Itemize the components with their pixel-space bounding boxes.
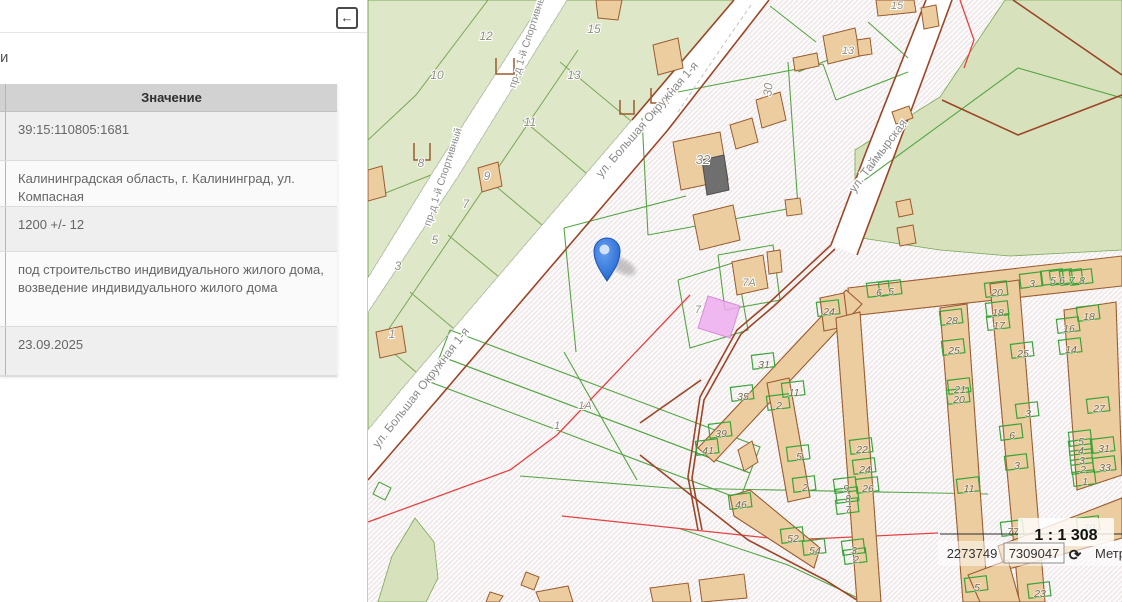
garage-number: 24 xyxy=(822,306,835,318)
parcel-number: 15 xyxy=(587,22,601,36)
map-area[interactable]: 6 5 3 5 6 7 8 24 31 35 39 41 11 2 5 2 46 52 54 22 24 9 26 8 7 3 2 2… xyxy=(367,0,1122,602)
garage-number: 18 xyxy=(992,307,1004,319)
parcel-number: 5 xyxy=(432,233,439,247)
garage-number: 17 xyxy=(993,320,1006,332)
parcel-number: 13 xyxy=(842,45,855,57)
garage-number: 14 xyxy=(1065,344,1077,356)
garage-number: 16 xyxy=(1063,323,1075,335)
parcel-number: 12 xyxy=(479,29,493,43)
garage-number: 2 xyxy=(852,554,859,566)
parcel-number: 1А xyxy=(578,400,591,412)
garage-number: 46 xyxy=(735,499,747,511)
parcel-number: 10 xyxy=(430,68,444,82)
parcel-number: 32 xyxy=(696,152,711,167)
garage-number: 31 xyxy=(1098,443,1110,455)
table-row: под строительство индивидуального жилого… xyxy=(0,252,337,327)
coordinate-x: 2273749 xyxy=(947,546,998,561)
table-row: Калининградская область, г. Калининград,… xyxy=(0,161,337,207)
parcel-number: 3 xyxy=(395,259,402,273)
map-canvas[interactable]: 6 53 5 6 7 824313539411125246525422249 2687322… xyxy=(367,0,1122,602)
attributes-table: Значение 39:15:110805:1681 Калининградск… xyxy=(0,84,337,377)
back-button[interactable]: ← xyxy=(336,7,358,29)
garage-number: 6 xyxy=(1059,275,1065,287)
parcel-number: 9 xyxy=(484,169,491,183)
garage-number: 35 xyxy=(737,391,749,403)
parcel-number: 1 xyxy=(554,420,560,432)
table-row: 39:15:110805:1681 xyxy=(0,112,337,161)
garage-number: 8 xyxy=(1079,275,1085,287)
building xyxy=(766,249,783,275)
address-value: Калининградская область, г. Калининград,… xyxy=(18,171,295,204)
garage-number: 54 xyxy=(809,545,821,557)
building xyxy=(896,224,917,247)
garage-number: 25 xyxy=(947,345,960,357)
parcel-number: 7А xyxy=(742,277,755,289)
garage-number: 28 xyxy=(945,315,958,327)
building xyxy=(731,254,769,296)
cadastral-map-app: ← и Значение 39:15:110805:1681 Калинингр… xyxy=(0,0,1122,602)
garage-number: 2 xyxy=(775,400,782,412)
table-header-row: Значение xyxy=(0,84,337,112)
column-header-value: Значение xyxy=(141,90,202,105)
garage-number: 41 xyxy=(702,445,714,457)
garage-number: 5 xyxy=(1050,275,1056,287)
building xyxy=(895,198,914,218)
info-panel: ← и Значение 39:15:110805:1681 Калинингр… xyxy=(0,0,368,602)
garage-number: 26 xyxy=(861,483,874,495)
cadastral-number: 39:15:110805:1681 xyxy=(18,122,130,137)
garage-number: 1 xyxy=(1082,476,1088,488)
coordinate-y: 7309047 xyxy=(1009,546,1060,561)
garage-number: 23 xyxy=(1033,588,1046,600)
garage-number: 11 xyxy=(789,387,800,399)
area-value: 1200 +/- 12 xyxy=(18,217,85,232)
panel-title-partial: и xyxy=(0,49,9,66)
garage-number: 2 xyxy=(801,482,808,494)
parcel-number: 15 xyxy=(891,0,904,12)
parcel-number: 1 xyxy=(389,327,396,341)
parcel-number: 11 xyxy=(524,115,536,129)
garage-number: 25 xyxy=(1016,348,1029,360)
units-label[interactable]: Метры xyxy=(1095,546,1122,561)
garage-number: 20 xyxy=(990,287,1003,299)
garage-number: 2 xyxy=(1079,464,1086,476)
garage-number: 18 xyxy=(1083,311,1095,323)
garage-number: 11 xyxy=(964,483,975,495)
garage-number: 31 xyxy=(758,359,770,371)
panel-header: ← xyxy=(0,0,367,33)
garage-number: 33 xyxy=(1099,462,1111,474)
table-row: 1200 +/- 12 xyxy=(0,207,337,252)
garage-number: 39 xyxy=(715,428,727,440)
garage-number: 52 xyxy=(787,533,799,545)
garage-number: 24 xyxy=(858,464,871,476)
parcel-number: 8 xyxy=(418,156,425,170)
parcel-number: 30 xyxy=(760,82,775,97)
building xyxy=(920,4,940,30)
pin-dot xyxy=(599,244,610,255)
garage-number: 5 xyxy=(888,286,894,298)
parcel-number: 7 xyxy=(695,304,702,316)
building xyxy=(595,0,623,21)
building xyxy=(784,197,803,217)
building xyxy=(652,37,684,76)
garage-number: 6 xyxy=(1009,430,1015,442)
garage-number: 27 xyxy=(1092,403,1106,415)
parcel-number: 13 xyxy=(567,68,581,82)
garage-number: 5 xyxy=(974,582,980,594)
garage-number: 22 xyxy=(855,444,868,456)
garage-number: 5 xyxy=(796,451,802,463)
refresh-icon[interactable]: ⟳ xyxy=(1069,547,1082,564)
garage-number: 3 xyxy=(1025,408,1031,420)
garage-number: 3 xyxy=(1014,460,1020,472)
garage-number: 20 xyxy=(952,394,965,406)
garage-number: 6 xyxy=(876,287,882,299)
permitted-use-value: под строительство индивидуального жилого… xyxy=(18,262,324,295)
garage-number: 3 xyxy=(1029,278,1035,290)
table-row: 23.09.2025 xyxy=(0,327,337,376)
building xyxy=(856,37,873,57)
date-value: 23.09.2025 xyxy=(18,337,84,352)
